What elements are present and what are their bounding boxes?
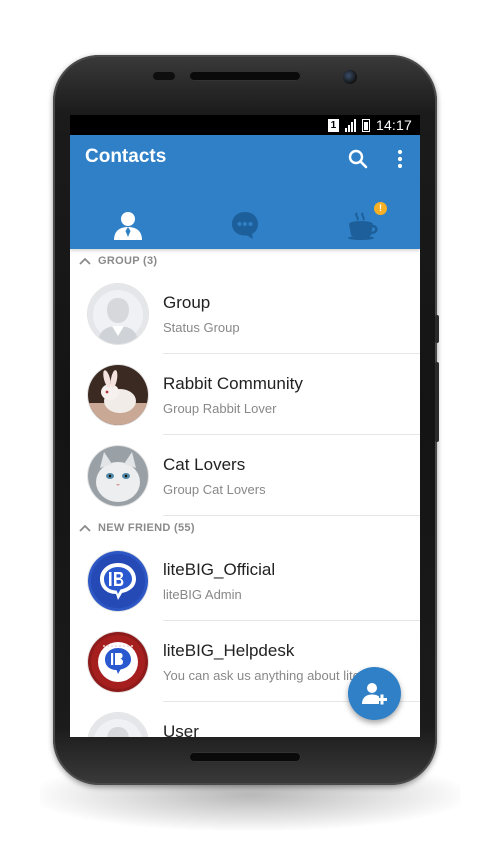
more-vert-icon [397,149,403,169]
front-camera [343,70,357,84]
tab-chats[interactable] [187,201,303,249]
list-item[interactable]: Cat Lovers Group Cat Lovers [70,435,420,516]
tab-timeline[interactable]: ! [304,201,420,249]
section-header-label: GROUP (3) [98,255,158,267]
status-bar: 1 14:17 [70,115,420,135]
default-avatar-icon [88,284,148,344]
avatar [88,365,148,425]
bottom-speaker [189,752,301,762]
list-item[interactable]: Rabbit Community Group Rabbit Lover [70,354,420,435]
section-header-new-friend[interactable]: NEW FRIEND (55) [70,516,420,540]
notification-badge: ! [374,202,387,215]
avatar [88,632,148,692]
tab-bar: ! [70,201,420,249]
add-contact-icon [361,682,387,704]
contact-name: Group [163,293,211,312]
contact-name: User [163,722,199,737]
contact-status: Status Group [163,320,240,335]
signal-icon [344,118,356,132]
contact-name: Rabbit Community [163,374,303,393]
coffee-cup-icon [348,212,378,240]
contact-name: liteBIG_Official [163,560,276,579]
list-item[interactable]: liteBIG_Official liteBIG Admin [70,540,420,621]
volume-rocker[interactable] [435,362,439,442]
rabbit-photo [88,365,148,425]
phone-screen: 1 14:17 Contacts ! GROUP (3) Group Statu… [70,115,420,737]
tab-contacts[interactable] [70,201,186,249]
contact-name: liteBIG_Helpdesk [163,641,295,660]
search-button[interactable] [346,147,370,171]
contact-status: Group Rabbit Lover [163,401,277,416]
cat-photo [88,446,148,506]
section-header-group[interactable]: GROUP (3) [70,249,420,273]
default-avatar-icon [88,713,148,737]
clock: 14:17 [375,117,412,133]
add-contact-button[interactable] [348,667,401,720]
power-button[interactable] [435,315,439,343]
search-icon [348,149,368,169]
avatar [88,284,148,344]
divider [163,515,420,516]
contact-status: liteBIG Admin [163,587,242,602]
section-header-label: NEW FRIEND (55) [98,522,195,534]
chevron-up-icon [79,524,91,532]
app-bar: Contacts ! [70,135,420,249]
sim-slot-badge: 1 [327,118,339,132]
page-title: Contacts [85,146,167,167]
avatar [88,713,148,737]
battery-icon [361,118,370,132]
person-icon [114,212,142,240]
contact-name: Cat Lovers [163,455,246,474]
contact-list: GROUP (3) Group Status Group Rabbit Comm… [70,249,420,737]
chat-bubble-icon [232,212,258,239]
contact-status: Group Cat Lovers [163,482,266,497]
list-item[interactable]: Group Status Group [70,273,420,354]
proximity-sensor [153,72,175,80]
earpiece-speaker [189,71,301,81]
litebig-helpdesk-logo [88,632,148,692]
chevron-up-icon [79,257,91,265]
avatar [88,551,148,611]
litebig-logo [88,551,148,611]
overflow-menu-button[interactable] [388,147,412,171]
avatar [88,446,148,506]
